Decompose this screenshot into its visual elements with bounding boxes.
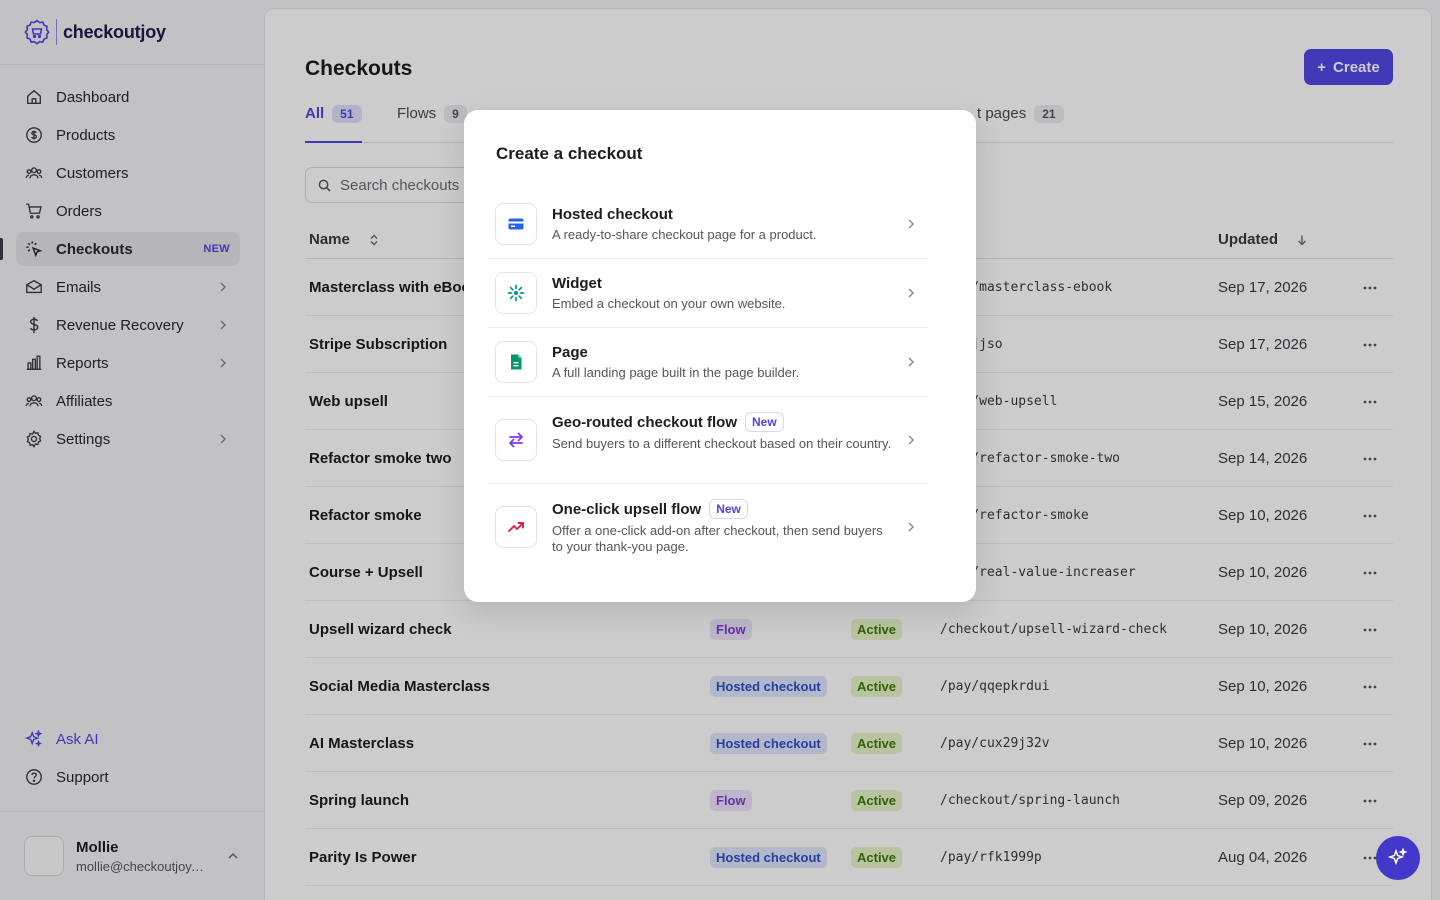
chevron-right-icon [908, 219, 915, 229]
chevron-right-icon [908, 522, 915, 532]
option-description: A ready-to-share checkout page for a pro… [552, 227, 817, 242]
document-icon [495, 341, 537, 383]
option-title: Geo-routed checkout flow New [552, 412, 784, 432]
chevron-right-icon [908, 357, 915, 367]
option-title-text: Page [552, 344, 588, 361]
modal-title: Create a checkout [496, 144, 643, 163]
option-hosted-checkout[interactable]: Hosted checkout A ready-to-share checkou… [488, 190, 928, 259]
option-widget[interactable]: Widget Embed a checkout on your own webs… [488, 259, 928, 328]
sparkles-icon [1388, 848, 1408, 866]
option-one-click-upsell-flow[interactable]: One-click upsell flow New Offer a one-cl… [488, 484, 928, 570]
option-title: Widget [552, 275, 602, 292]
option-title-text: Geo-routed checkout flow [552, 413, 738, 431]
option-title: Hosted checkout [552, 206, 673, 223]
arrows-swap-icon [495, 419, 537, 461]
new-tag: New [745, 412, 784, 432]
option-title-text: One-click upsell flow [552, 500, 702, 518]
chevron-right-icon [908, 288, 915, 298]
new-tag: New [709, 499, 748, 519]
option-description: Embed a checkout on your own website. [552, 296, 786, 311]
click-burst-icon [495, 272, 537, 314]
chevron-right-icon [908, 435, 915, 445]
option-title-text: Hosted checkout [552, 206, 673, 223]
option-geo-routed-flow[interactable]: Geo-routed checkout flow New Send buyers… [488, 397, 928, 484]
ai-assistant-button[interactable] [1376, 836, 1420, 880]
credit-card-icon [495, 203, 537, 245]
option-description: A full landing page built in the page bu… [552, 365, 800, 380]
option-page[interactable]: Page A full landing page built in the pa… [488, 328, 928, 397]
trending-up-icon [495, 506, 537, 548]
option-title: One-click upsell flow New [552, 499, 748, 519]
option-description: Offer a one-click add-on after checkout,… [552, 523, 883, 554]
option-title: Page [552, 344, 588, 361]
create-checkout-modal: Create a checkout Hosted checkout A read… [464, 110, 976, 602]
option-title-text: Widget [552, 275, 602, 292]
option-description: Send buyers to a different checkout base… [552, 436, 892, 451]
